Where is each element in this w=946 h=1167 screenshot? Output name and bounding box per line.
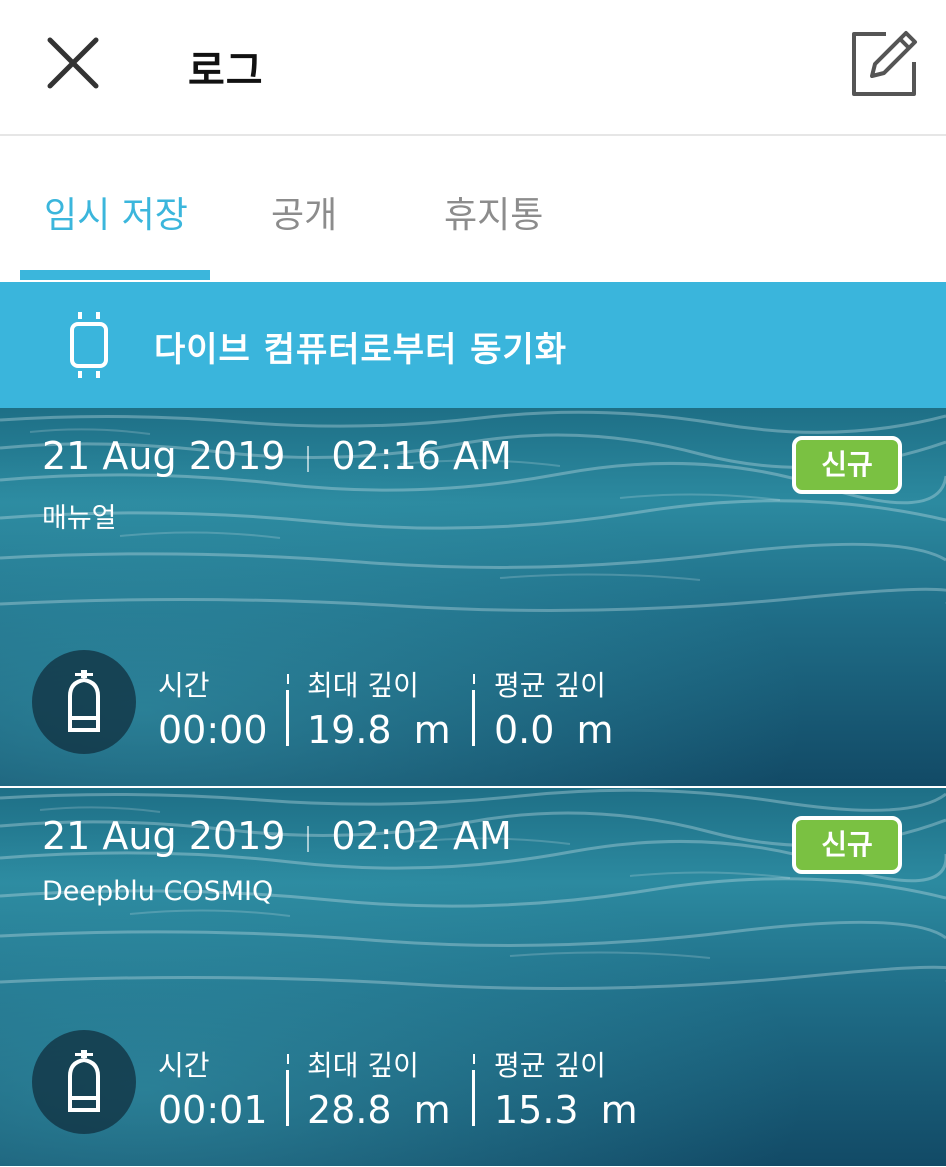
- log-date: 21 Aug 2019: [42, 814, 286, 858]
- close-button[interactable]: [40, 30, 106, 96]
- sync-label: 다이브 컴퓨터로부터 동기화: [154, 330, 568, 370]
- log-source: Deepblu COSMIQ: [42, 876, 274, 907]
- tick: [287, 674, 289, 684]
- log-date: 21 Aug 2019: [42, 434, 286, 478]
- tab-bar: 임시 저장 공개 휴지통: [0, 138, 946, 282]
- avg-depth-unit: m: [576, 708, 614, 752]
- stat-duration: 시간 00:00: [158, 664, 268, 752]
- duration-label: 시간: [158, 1049, 210, 1082]
- tick: [287, 1054, 289, 1064]
- stat-max-depth: 최대 깊이 28.8 m: [307, 1044, 451, 1132]
- max-depth-unit: m: [413, 1088, 451, 1132]
- dive-computer-icon: [60, 310, 120, 380]
- edit-button[interactable]: [846, 26, 922, 102]
- avg-depth-label: 평균 깊이: [494, 1049, 606, 1082]
- stat-max-depth: 최대 깊이 19.8 m: [307, 664, 451, 752]
- stat-duration: 시간 00:01: [158, 1044, 268, 1132]
- log-datetime: 21 Aug 2019 02:16 AM: [42, 434, 512, 478]
- tab-public[interactable]: 공개: [271, 186, 337, 238]
- sync-dive-computer-button[interactable]: 다이브 컴퓨터로부터 동기화: [0, 282, 946, 408]
- dive-log-card[interactable]: 21 Aug 2019 02:16 AM 매뉴얼 신규 시간 00:00 최대 깊…: [0, 408, 946, 786]
- duration-value: 00:00: [158, 708, 268, 752]
- active-tab-indicator: [20, 270, 210, 280]
- page-title: 로그: [188, 48, 264, 94]
- avg-depth-value: 15.3: [494, 1088, 579, 1132]
- duration-value: 00:01: [158, 1088, 268, 1132]
- close-icon: [47, 37, 99, 89]
- tick: [473, 674, 475, 684]
- stat-divider: [472, 690, 475, 746]
- log-time: 02:02 AM: [331, 814, 512, 858]
- tick: [473, 1054, 475, 1064]
- stat-divider: [286, 1070, 289, 1126]
- log-time: 02:16 AM: [331, 434, 512, 478]
- max-depth-label: 최대 깊이: [307, 669, 419, 702]
- log-datetime: 21 Aug 2019 02:02 AM: [42, 814, 512, 858]
- avg-depth-value: 0.0: [494, 708, 555, 752]
- max-depth-value: 28.8: [307, 1088, 392, 1132]
- dive-log-card[interactable]: 21 Aug 2019 02:02 AM Deepblu COSMIQ 신규 시간…: [0, 788, 946, 1166]
- log-source: 매뉴얼: [42, 503, 117, 534]
- max-depth-value: 19.8: [307, 708, 392, 752]
- new-badge: 신규: [792, 816, 902, 874]
- date-separator: [307, 445, 310, 472]
- avg-depth-label: 평균 깊이: [494, 669, 606, 702]
- scuba-tank-icon: [68, 670, 100, 732]
- stat-divider: [286, 690, 289, 746]
- stat-avg-depth: 평균 깊이 0.0 m: [494, 664, 613, 752]
- tank-icon-circle: [32, 1030, 136, 1134]
- max-depth-label: 최대 깊이: [307, 1049, 419, 1082]
- tab-trash[interactable]: 휴지통: [444, 186, 543, 238]
- edit-icon: [852, 31, 917, 96]
- scuba-tank-icon: [68, 1050, 100, 1112]
- max-depth-unit: m: [413, 708, 451, 752]
- avg-depth-unit: m: [600, 1088, 638, 1132]
- tank-icon-circle: [32, 650, 136, 754]
- top-bar: 로그: [0, 0, 946, 136]
- new-badge: 신규: [792, 436, 902, 494]
- stat-divider: [472, 1070, 475, 1126]
- date-separator: [307, 825, 310, 852]
- stat-avg-depth: 평균 깊이 15.3 m: [494, 1044, 638, 1132]
- tab-drafts[interactable]: 임시 저장: [44, 186, 188, 238]
- duration-label: 시간: [158, 669, 210, 702]
